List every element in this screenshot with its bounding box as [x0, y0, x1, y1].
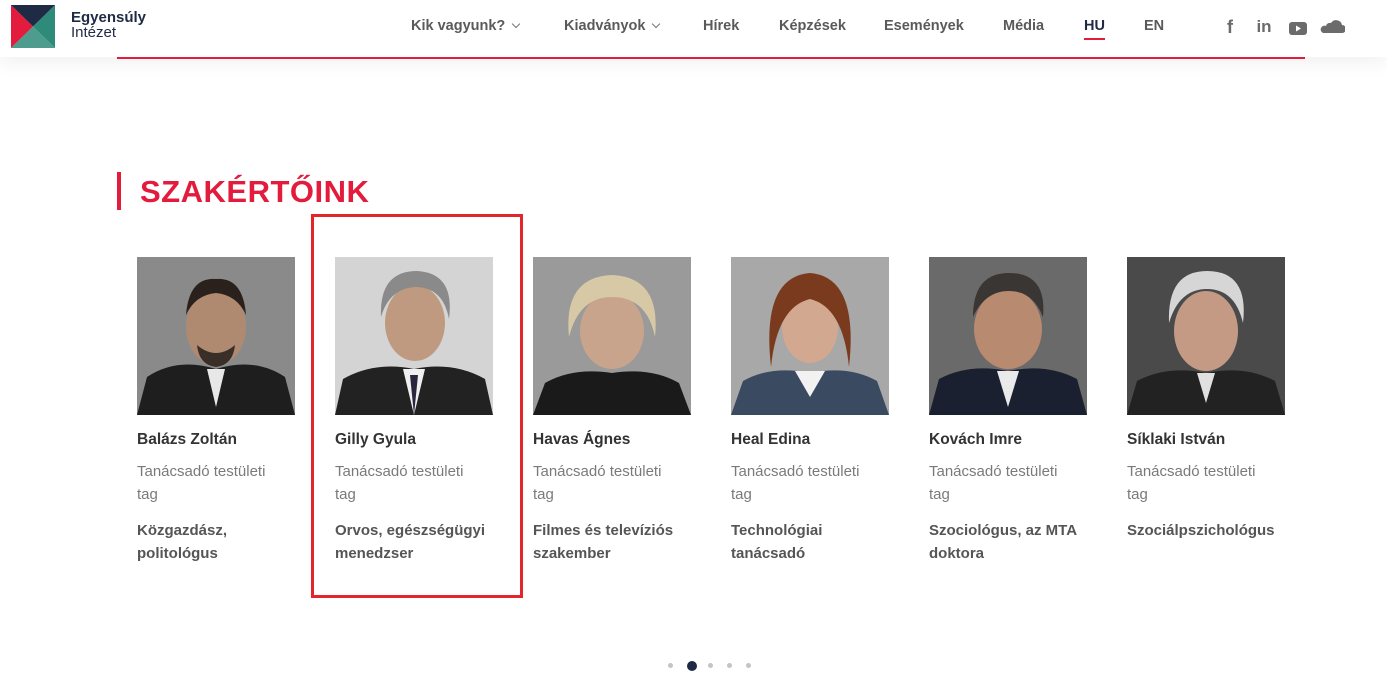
expert-card[interactable]: Síklaki István Tanácsadó testületi tag S…	[1127, 257, 1302, 542]
expert-photo[interactable]	[533, 257, 691, 415]
selection-highlight	[311, 214, 523, 598]
expert-card[interactable]: Heal Edina Tanácsadó testületi tag Techn…	[731, 257, 906, 565]
section-title: SZAKÉRTŐINK	[140, 174, 370, 209]
expert-photo[interactable]	[1127, 257, 1285, 415]
chevron-down-icon	[652, 19, 661, 29]
header-divider	[117, 57, 1305, 59]
expert-role: Tanácsadó testületi tag	[929, 463, 1058, 503]
expert-role: Tanácsadó testületi tag	[731, 463, 860, 503]
expert-photo[interactable]	[731, 257, 889, 415]
carousel-dot[interactable]	[727, 663, 732, 668]
expert-profession: Filmes és televíziós szakember	[533, 522, 674, 562]
carousel-dot-active[interactable]	[687, 661, 697, 671]
expert-card[interactable]: Kovách Imre Tanácsadó testületi tag Szoc…	[929, 257, 1104, 565]
soundcloud-icon[interactable]	[1319, 17, 1346, 39]
expert-role: Tanácsadó testületi tag	[137, 463, 266, 503]
nav-media[interactable]: Média	[1003, 18, 1044, 38]
nav-kik-vagyunk[interactable]: Kik vagyunk?	[411, 18, 521, 38]
expert-name[interactable]: Balázs Zoltán	[137, 431, 312, 449]
logo-icon[interactable]	[11, 5, 55, 48]
nav-label: Kiadványok	[564, 18, 646, 34]
expert-name[interactable]: Kovách Imre	[929, 431, 1104, 449]
expert-profession: Technológiai tanácsadó	[731, 522, 823, 562]
expert-name[interactable]: Heal Edina	[731, 431, 906, 449]
logo-line-2: Intézet	[71, 24, 117, 41]
expert-profession: Szociálpszichológus	[1127, 522, 1275, 539]
nav-kepzesek[interactable]: Képzések	[779, 18, 846, 38]
nav-hirek[interactable]: Hírek	[703, 18, 739, 38]
expert-photo[interactable]	[137, 257, 295, 415]
expert-role: Tanácsadó testületi tag	[1127, 463, 1256, 503]
expert-profession: Közgazdász, politológus	[137, 522, 228, 562]
linkedin-icon[interactable]: in	[1253, 17, 1275, 39]
logo-line-1: Egyensúly	[71, 9, 147, 26]
nav-lang-hu[interactable]: HU	[1084, 18, 1105, 40]
logo-wordmark[interactable]: Egyensúly Intézet	[71, 10, 146, 40]
carousel-dot[interactable]	[746, 663, 751, 668]
nav-esemenyek[interactable]: Események	[884, 18, 964, 38]
expert-card[interactable]: Balázs Zoltán Tanácsadó testületi tag Kö…	[137, 257, 312, 565]
expert-profession: Szociológus, az MTA doktora	[929, 522, 1077, 562]
chevron-down-icon	[512, 19, 521, 29]
nav-kiadvanyok[interactable]: Kiadványok	[564, 18, 661, 38]
facebook-icon[interactable]: f	[1219, 17, 1241, 39]
expert-name[interactable]: Havas Ágnes	[533, 431, 708, 449]
expert-name[interactable]: Síklaki István	[1127, 431, 1302, 449]
expert-role: Tanácsadó testületi tag	[533, 463, 662, 503]
youtube-icon[interactable]	[1287, 17, 1309, 39]
carousel-dot[interactable]	[708, 663, 713, 668]
carousel-dot[interactable]	[668, 663, 673, 668]
expert-card[interactable]: Havas Ágnes Tanácsadó testületi tag Film…	[533, 257, 708, 565]
expert-photo[interactable]	[929, 257, 1087, 415]
nav-lang-en[interactable]: EN	[1144, 18, 1164, 38]
site-header: Egyensúly Intézet Kik vagyunk? Kiadványo…	[0, 0, 1387, 57]
nav-label: Kik vagyunk?	[411, 18, 506, 34]
section-accent-bar	[117, 172, 121, 210]
